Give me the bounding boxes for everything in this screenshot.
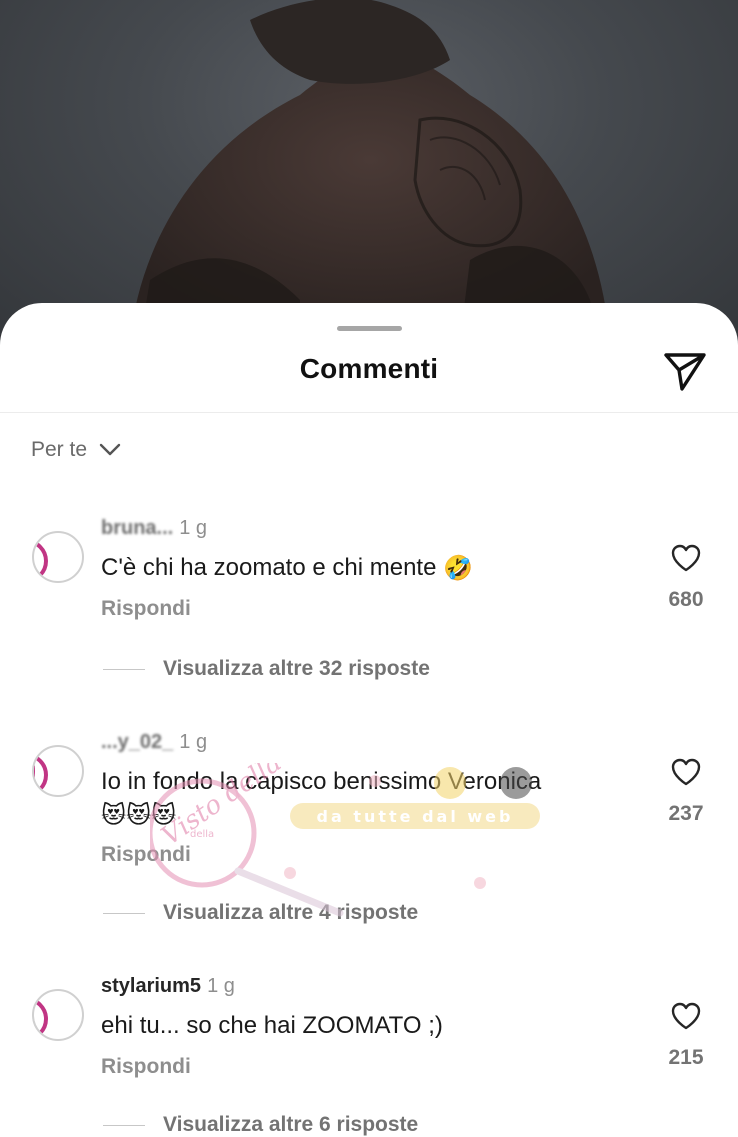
avatar[interactable]	[32, 745, 84, 797]
view-replies-label: Visualizza altre 6 risposte	[163, 1113, 419, 1136]
view-replies-label: Visualizza altre 4 risposte	[163, 901, 419, 924]
comments-sheet: Commenti Per te bruna... 1 g C'è chi ha …	[0, 303, 738, 1137]
sheet-title: Commenti	[299, 353, 439, 384]
comment-emoji: 🤣	[443, 555, 473, 583]
like-block: 215	[660, 1001, 712, 1070]
comment-meta: stylarium5 1 g	[101, 975, 235, 998]
comment-item: ...y_02_ 1 g Io in fondo la capisco beni…	[0, 731, 738, 931]
comment-text: ehi tu... so che hai ZOOMATO ;)	[101, 1009, 641, 1042]
comment-time: 1 g	[179, 517, 208, 539]
filter-label: Per te	[31, 438, 88, 461]
like-count: 680	[668, 588, 704, 611]
comment-meta: ...y_02_ 1 g	[101, 731, 207, 754]
reply-button[interactable]: Rispondi	[101, 843, 191, 867]
replies-line	[103, 1124, 145, 1126]
photo-figure	[130, 0, 610, 340]
avatar[interactable]	[32, 531, 84, 583]
comment-body: ehi tu... so che hai ZOOMATO ;)	[101, 1012, 443, 1039]
view-replies-button[interactable]: Visualizza altre 4 risposte	[103, 901, 418, 925]
comment-emoji: 😻😻😻	[101, 802, 177, 830]
chevron-down-icon	[99, 443, 121, 456]
reply-button[interactable]: Rispondi	[101, 1055, 191, 1079]
avatar[interactable]	[32, 989, 84, 1041]
comment-text: Io in fondo la capisco benissimo Veronic…	[101, 765, 641, 832]
post-photo	[0, 0, 738, 340]
drag-handle[interactable]	[337, 326, 402, 331]
replies-line	[103, 668, 145, 670]
view-replies-button[interactable]: Visualizza altre 32 risposte	[103, 657, 430, 681]
comment-body: Io in fondo la capisco benissimo Veronic…	[101, 768, 542, 795]
view-replies-label: Visualizza altre 32 risposte	[163, 657, 430, 680]
like-block: 680	[660, 543, 712, 612]
like-block: 237	[660, 757, 712, 826]
paper-plane-icon[interactable]	[662, 351, 708, 393]
view-replies-button[interactable]: Visualizza altre 6 risposte	[103, 1113, 418, 1137]
filter-dropdown[interactable]: Per te	[31, 438, 121, 462]
heart-icon[interactable]	[670, 1001, 702, 1031]
like-count: 237	[668, 802, 704, 825]
header-divider	[0, 412, 738, 413]
comment-time: 1 g	[179, 731, 208, 753]
comment-username[interactable]: stylarium5	[101, 975, 201, 998]
comment-text: C'è chi ha zoomato e chi mente 🤣	[101, 551, 641, 585]
heart-icon[interactable]	[670, 543, 702, 573]
comment-username[interactable]: bruna...	[101, 517, 173, 540]
heart-icon[interactable]	[670, 757, 702, 787]
comment-username[interactable]: ...y_02_	[101, 731, 173, 754]
comment-meta: bruna... 1 g	[101, 517, 207, 540]
comment-time: 1 g	[207, 975, 235, 997]
comment-item: bruna... 1 g C'è chi ha zoomato e chi me…	[0, 517, 738, 717]
reply-button[interactable]: Rispondi	[101, 597, 191, 621]
comment-body: C'è chi ha zoomato e chi mente	[101, 554, 437, 581]
like-count: 215	[668, 1046, 704, 1069]
replies-line	[103, 912, 145, 914]
comment-item: stylarium5 1 g ehi tu... so che hai ZOOM…	[0, 975, 738, 1137]
